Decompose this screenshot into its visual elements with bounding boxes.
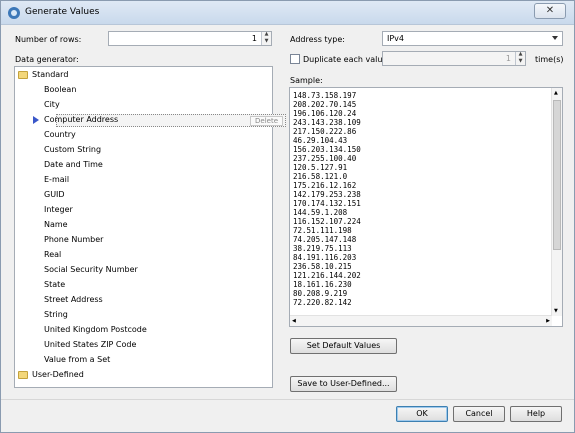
tree-item[interactable]: Phone Number [44, 234, 103, 246]
sample-label: Sample: [290, 76, 323, 85]
sample-line: 236.58.10.215 [293, 262, 352, 271]
sample-line: 196.106.120.24 [293, 109, 357, 118]
sample-line: 156.203.134.150 [293, 145, 361, 154]
sample-line: 208.202.70.145 [293, 100, 357, 109]
tree-item[interactable]: Country [44, 129, 76, 141]
close-button[interactable]: ✕ [534, 3, 566, 19]
save-to-user-defined-button[interactable]: Save to User-Defined... [290, 376, 397, 392]
sample-line: 80.208.9.219 [293, 289, 348, 298]
rows-spin-buttons[interactable]: ▲ ▼ [261, 32, 271, 45]
sample-line: 38.219.75.113 [293, 244, 352, 253]
sample-line: 144.59.1.208 [293, 208, 348, 217]
rows-label: Number of rows: [15, 35, 82, 44]
duplicate-checkbox[interactable] [290, 54, 300, 64]
tree-item[interactable]: Social Security Number [44, 264, 138, 276]
generate-values-dialog: Generate Values ✕ Number of rows: 1 ▲ ▼ D… [0, 0, 575, 433]
sample-line: 84.191.116.203 [293, 253, 357, 262]
tree-item[interactable]: Date and Time [44, 159, 103, 171]
address-type-select[interactable]: IPv4 [382, 31, 563, 46]
scroll-right-icon[interactable]: ▶ [546, 318, 550, 324]
title-bar: Generate Values ✕ [1, 1, 574, 25]
tree-item[interactable]: Name [44, 219, 68, 231]
tree-item[interactable]: Value from a Set [44, 354, 110, 366]
sample-line: 46.29.104.43 [293, 136, 348, 145]
scroll-thumb[interactable] [553, 100, 561, 250]
down-arrow-icon[interactable]: ▼ [262, 38, 271, 46]
tree-item[interactable]: GUID [44, 189, 65, 201]
sample-line: 142.179.253.238 [293, 190, 361, 199]
duplicate-spin-buttons[interactable]: ▲ ▼ [515, 52, 525, 65]
sample-line: 72.51.111.198 [293, 226, 352, 235]
selection-arrow-icon [33, 116, 39, 124]
delete-button[interactable]: Delete [250, 116, 283, 126]
help-button[interactable]: Help [510, 406, 562, 422]
generator-label: Data generator: [15, 55, 79, 64]
duplicate-suffix: time(s) [535, 55, 564, 64]
sample-line: 72.220.82.142 [293, 298, 352, 307]
tree-item[interactable]: Real [44, 249, 61, 261]
sample-line: 175.216.12.162 [293, 181, 357, 190]
tree-item[interactable]: United States ZIP Code [44, 339, 136, 351]
tree-item[interactable]: Custom String [44, 144, 101, 156]
tree-item[interactable]: City [44, 99, 60, 111]
tree-item[interactable]: Street Address [44, 294, 103, 306]
window-title: Generate Values [25, 7, 100, 17]
ok-button[interactable]: OK [396, 406, 448, 422]
duplicate-label: Duplicate each value [303, 55, 388, 64]
sample-line: 116.152.107.224 [293, 217, 361, 226]
sample-line: 148.73.158.197 [293, 91, 357, 100]
sample-line: 121.216.144.202 [293, 271, 361, 280]
set-default-values-button[interactable]: Set Default Values [290, 338, 397, 354]
folder-icon [18, 371, 28, 379]
sample-line: 170.174.132.151 [293, 199, 361, 208]
sample-line: 243.143.238.109 [293, 118, 361, 127]
scroll-left-icon[interactable]: ◀ [292, 318, 296, 324]
rows-value: 1 [251, 34, 257, 43]
duplicate-count-stepper[interactable]: 1 ▲ ▼ [382, 51, 526, 66]
tree-folder-standard[interactable]: Standard [32, 69, 68, 81]
duplicate-count-value: 1 [505, 54, 511, 63]
folder-icon [18, 71, 28, 79]
chevron-down-icon [552, 36, 558, 40]
sample-line: 120.5.127.91 [293, 163, 348, 172]
horizontal-scrollbar[interactable]: ◀ ▶ [290, 315, 552, 326]
down-arrow-icon[interactable]: ▼ [516, 58, 525, 66]
address-type-value: IPv4 [387, 34, 405, 43]
divider [1, 399, 574, 400]
data-generator-tree[interactable]: Standard Delete Boolean City Computer Addr… [14, 66, 286, 388]
tree-item[interactable]: Computer Address [44, 114, 118, 126]
tree-item[interactable]: String [44, 309, 68, 321]
tree-item[interactable]: State [44, 279, 65, 291]
rows-stepper[interactable]: 1 ▲ ▼ [108, 31, 272, 46]
address-type-label: Address type: [290, 35, 345, 44]
tree-item[interactable]: Boolean [44, 84, 76, 96]
scroll-up-icon[interactable]: ▲ [554, 90, 558, 96]
sample-text-area[interactable]: 148.73.158.197 208.202.70.145 196.106.120.… [289, 87, 563, 327]
app-icon [8, 7, 20, 19]
sample-line: 216.58.121.0 [293, 172, 348, 181]
tree-item[interactable]: E-mail [44, 174, 69, 186]
vertical-scrollbar[interactable]: ▲ ▼ [551, 88, 562, 316]
scroll-down-icon[interactable]: ▼ [554, 308, 558, 314]
sample-line: 74.205.147.148 [293, 235, 357, 244]
sample-line: 237.255.100.40 [293, 154, 357, 163]
tree-item[interactable]: Integer [44, 204, 73, 216]
tree-item[interactable]: United Kingdom Postcode [44, 324, 147, 336]
cancel-button[interactable]: Cancel [453, 406, 505, 422]
sample-line: 18.161.16.230 [293, 280, 352, 289]
tree-folder-user-defined[interactable]: User-Defined [32, 369, 84, 381]
sample-line: 217.150.222.86 [293, 127, 357, 136]
